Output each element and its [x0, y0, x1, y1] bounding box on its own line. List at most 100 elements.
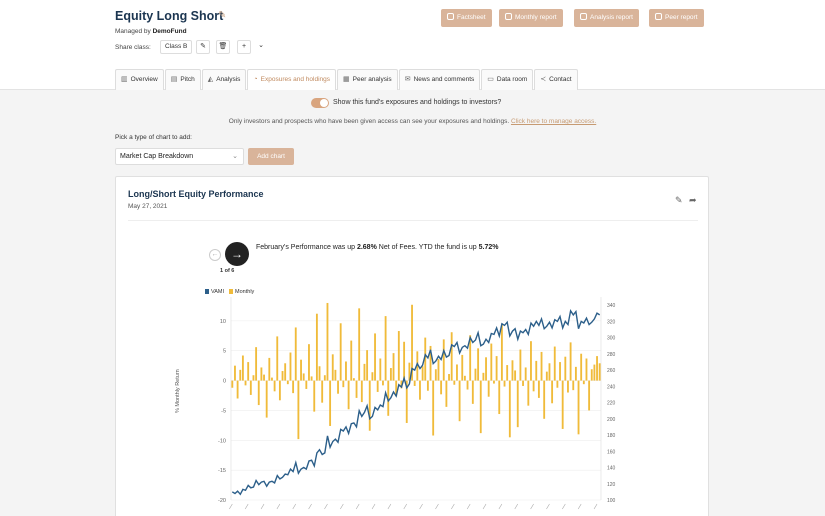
monthly-return-bar — [456, 364, 458, 381]
x-tick-mark — [276, 503, 281, 510]
x-tick-mark — [340, 503, 344, 510]
monthly-return-bar — [508, 380, 511, 438]
y-tick-label-right: 280 — [607, 352, 616, 358]
monthly-report-button[interactable]: Monthly report — [499, 9, 563, 27]
monthly-return-bar — [598, 363, 601, 381]
card-date: May 27, 2021 — [128, 203, 168, 210]
monthly-return-bar — [514, 370, 517, 381]
tab-data-room[interactable]: ▭ Data room — [481, 69, 534, 90]
monthly-return-bar — [286, 380, 289, 385]
delete-share-class-icon[interactable]: 🗑 — [216, 40, 230, 54]
add-share-class-icon[interactable]: + — [237, 40, 251, 54]
monthly-return-bar — [249, 380, 252, 395]
monthly-return-bar — [397, 331, 400, 381]
managed-by: Managed by DemoFund — [115, 28, 187, 35]
presentation-icon: ▤ — [170, 76, 178, 83]
monthly-return-bar — [585, 358, 588, 381]
chart-card: Long/Short Equity Performance May 27, 20… — [115, 176, 709, 516]
document-icon — [447, 13, 454, 20]
monthly-return-bar — [540, 351, 543, 381]
monthly-return-bar — [553, 346, 556, 381]
monthly-return-bar — [294, 327, 297, 381]
monthly-return-bar — [310, 376, 313, 381]
exposure-toggle-label: Show this fund's exposures and holdings … — [333, 99, 502, 106]
x-tick-mark — [466, 503, 471, 510]
performance-chart: 10 5 0 -5 -10 -15 -20 340 320 300 280 260 240 220 200 1… — [218, 297, 616, 510]
monthly-return-bar — [323, 375, 326, 381]
monthly-return-bar — [419, 380, 421, 400]
monthly-return-bar — [448, 374, 450, 381]
chart-icon: ▥ — [121, 76, 128, 83]
next-slide-button[interactable]: → — [225, 242, 249, 266]
monthly-return-bar — [302, 373, 305, 381]
tab-news-and-comments[interactable]: ✉ News and comments — [398, 69, 481, 90]
monthly-return-bar — [421, 366, 424, 381]
monthly-return-bar — [532, 380, 535, 392]
factsheet-button[interactable]: Factsheet — [441, 9, 492, 27]
tab-exposures-and-holdings[interactable]: ◔ Exposures and holdings — [247, 69, 337, 90]
monthly-report-label: Monthly report — [515, 14, 557, 21]
tab-peer-analysis[interactable]: ▦ Peer analysis — [337, 69, 398, 90]
share-icon: ≺ — [540, 76, 547, 83]
x-tick-mark — [355, 503, 360, 510]
peer-report-button[interactable]: Peer report — [649, 9, 704, 27]
access-info-text: Only investors and prospects who have be… — [228, 118, 510, 125]
monthly-return-bar — [582, 380, 585, 385]
monthly-return-bar — [458, 380, 461, 422]
chart-type-select[interactable]: Market Cap Breakdown ⌄ — [115, 148, 244, 165]
analysis-report-button[interactable]: Analysis report — [574, 9, 639, 27]
monthly-return-bar — [519, 349, 522, 381]
pie-icon: ◔ — [253, 76, 258, 83]
fund-header: Equity Long Short ✎ Managed by DemoFund … — [0, 0, 825, 90]
tab-label: Peer analysis — [352, 76, 392, 83]
manage-access-link[interactable]: Click here to manage access. — [511, 118, 596, 125]
tab-contact[interactable]: ≺ Contact — [534, 69, 578, 90]
document-icon — [655, 13, 662, 20]
y-tick-label-right: 140 — [607, 466, 616, 472]
x-tick-mark — [498, 503, 503, 510]
monthly-return-bar — [257, 380, 260, 406]
share-class-label: Share class: — [115, 44, 151, 51]
fund-title: Equity Long Short — [115, 9, 224, 23]
monthly-return-bar — [403, 341, 406, 381]
x-tick-mark — [371, 503, 376, 510]
monthly-return-bar — [440, 380, 443, 395]
tab-overview[interactable]: ▥ Overview — [115, 69, 164, 90]
monthly-return-bar — [360, 380, 363, 403]
share-class-select[interactable]: Class B — [160, 40, 193, 54]
y-tick-label-right: 200 — [607, 417, 616, 423]
edit-icon[interactable]: ✎ — [675, 195, 683, 206]
tab-analysis[interactable]: ◭ Analysis — [201, 69, 247, 90]
edit-icon[interactable]: ✎ — [218, 10, 226, 21]
monthly-return-bar — [234, 365, 236, 381]
monthly-return-bar — [239, 369, 242, 381]
x-tick-mark — [229, 503, 233, 510]
monthly-return-bar — [559, 362, 561, 381]
monthly-return-bar — [434, 369, 437, 381]
x-tick-mark — [419, 503, 423, 510]
previous-slide-button[interactable]: ← — [209, 249, 221, 261]
x-tick-mark — [260, 503, 265, 510]
monthly-return-bar — [292, 380, 295, 394]
x-tick-mark — [593, 503, 598, 510]
share-icon[interactable]: ➦ — [689, 195, 697, 206]
y-axis-label: % Monthly Return — [175, 369, 181, 413]
y-tick-label-left: -5 — [221, 408, 226, 414]
monthly-return-bar — [368, 380, 371, 431]
tab-pitch[interactable]: ▤ Pitch — [164, 69, 201, 90]
monthly-return-bar — [241, 355, 244, 381]
y-tick-label-right: 240 — [607, 384, 616, 390]
monthly-return-bar — [524, 367, 527, 381]
edit-share-class-icon[interactable]: ✎ — [196, 40, 210, 54]
exposure-visibility-toggle[interactable] — [311, 98, 329, 108]
tab-label: Contact — [549, 76, 572, 83]
monthly-return-bar — [506, 365, 509, 381]
monthly-return-bar — [561, 380, 564, 429]
monthly-return-bar — [567, 380, 569, 393]
monthly-return-bar — [331, 354, 334, 381]
x-tick-mark — [403, 503, 408, 510]
chevron-down-icon[interactable]: ⌄ — [254, 40, 268, 54]
monthly-return-bar — [379, 358, 382, 381]
monthly-return-bar — [574, 366, 577, 381]
add-chart-button[interactable]: Add chart — [248, 148, 294, 165]
